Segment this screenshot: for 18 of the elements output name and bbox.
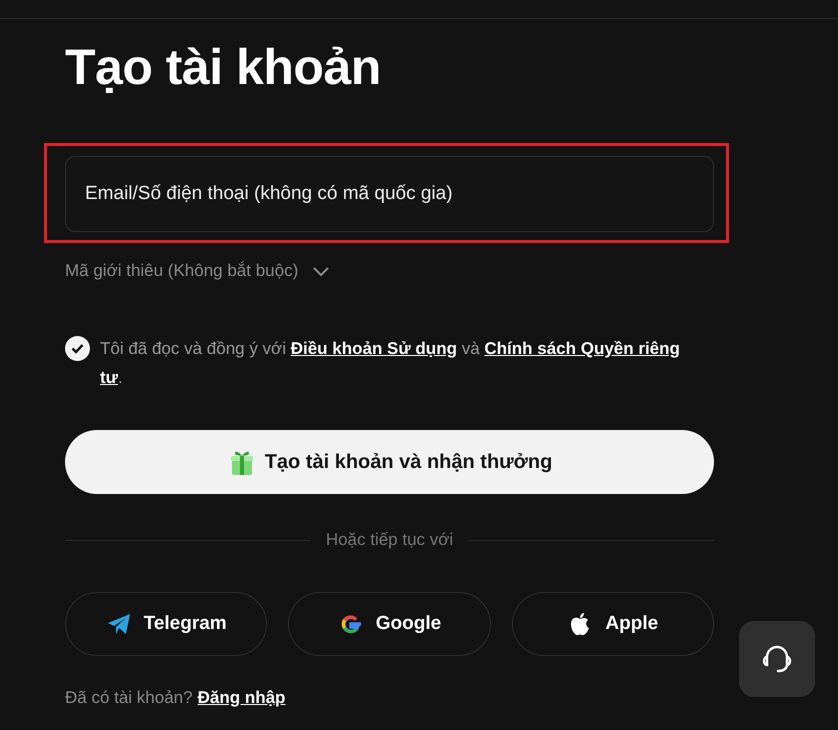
telegram-button[interactable]: Telegram (65, 592, 268, 656)
apple-button[interactable]: Apple (512, 592, 714, 656)
account-input-field[interactable]: Email/Số điện thoại (không có mã quốc gia) (65, 156, 714, 232)
page-title: Tạo tài khoản (65, 38, 382, 97)
login-link[interactable]: Đăng nhập (198, 688, 286, 708)
create-account-button[interactable]: Tạo tài khoản và nhận thưởng (65, 430, 714, 494)
google-button[interactable]: Google (288, 592, 491, 656)
agree-checkbox[interactable] (65, 336, 90, 361)
referral-toggle[interactable]: Mã giới thiêu (Không bắt buộc) (65, 261, 330, 281)
divider-label: Hoặc tiếp tục với (326, 530, 454, 550)
telegram-icon (106, 611, 132, 637)
agreement-text: Tôi đã đọc và đồng ý với Điều khoản Sử dụng và Chính sách Quyền riêng tư. (100, 338, 681, 389)
headset-icon (761, 644, 793, 674)
privacy-link[interactable]: Chính sách Quyền riêng (484, 339, 680, 358)
privacy-link[interactable]: tư (100, 368, 118, 387)
footer-text: Đã có tài khoản? (65, 688, 193, 708)
terms-link[interactable]: Điều khoản Sử dụng (290, 339, 457, 358)
support-button[interactable] (739, 621, 815, 697)
